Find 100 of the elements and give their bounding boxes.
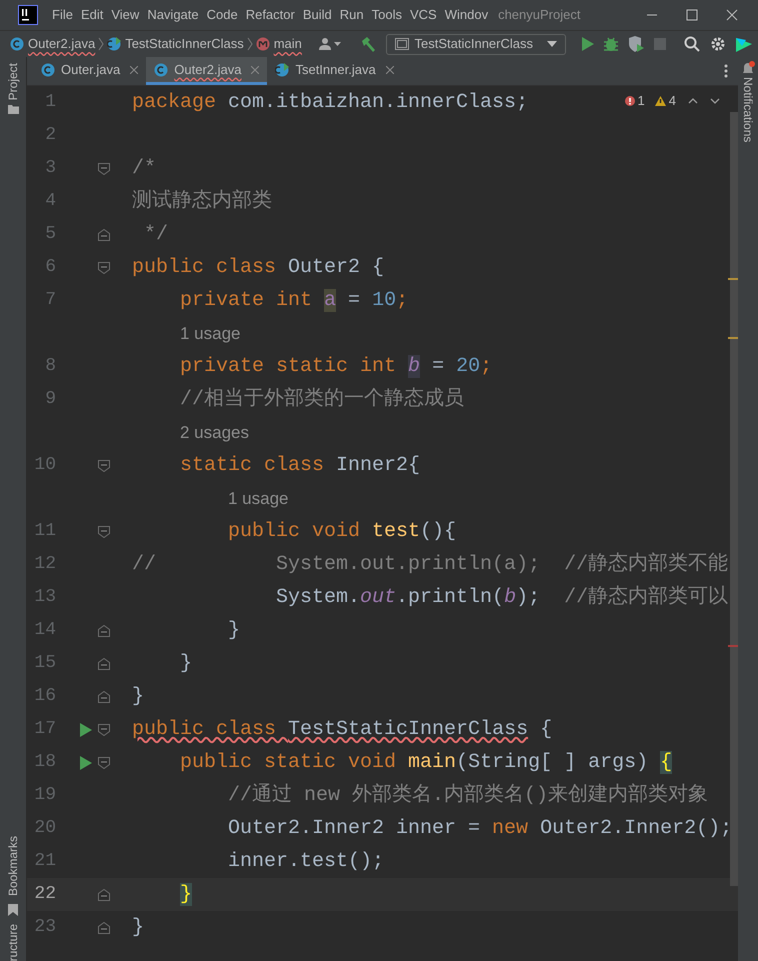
search-icon[interactable]: [684, 36, 700, 52]
code-line: inner.test();: [228, 848, 384, 874]
fold-icon[interactable]: [98, 162, 110, 174]
tool-window-tab[interactable]: ructure: [4, 924, 22, 961]
usage-hint[interactable]: 1 usage: [228, 488, 288, 508]
code-line: // System.out.println(a); //静态内部类不能: [132, 551, 728, 578]
code-line: public class Outer2 {: [132, 254, 384, 280]
line-number: 9: [44, 388, 56, 411]
code-line: Outer2.Inner2 inner = new Outer2.Inner2();: [228, 816, 732, 842]
breadcrumb[interactable]: TestStaticInnerClass: [107, 34, 244, 54]
folder-icon: [8, 104, 18, 114]
user-caret-icon[interactable]: [318, 37, 342, 51]
line-number: 22: [33, 883, 56, 906]
run-config-dropdown[interactable]: TestStaticInnerClass: [386, 34, 566, 54]
code-line: static class Inner2{: [180, 452, 420, 478]
tool-window-tab[interactable]: Notifications: [739, 77, 757, 142]
menu-item[interactable]: VCS: [406, 5, 441, 25]
fold-icon[interactable]: [98, 526, 110, 538]
close-icon[interactable]: [726, 9, 738, 21]
fold-icon[interactable]: [98, 262, 110, 274]
usage-hint[interactable]: 1 usage: [180, 324, 240, 342]
line-number: 3: [44, 157, 56, 180]
menu-item[interactable]: File: [48, 5, 77, 25]
menu-item[interactable]: Refactor: [242, 5, 299, 25]
menu-item[interactable]: View: [107, 5, 144, 25]
bug-icon[interactable]: [604, 36, 618, 52]
line-number: 14: [33, 619, 56, 642]
up-chevron-icon[interactable]: [688, 98, 698, 104]
file-tab[interactable]: TsetInner.java: [267, 57, 402, 85]
code-line: private static int b = 20;: [180, 354, 492, 380]
bell-alert-icon[interactable]: [741, 61, 755, 75]
file-tab[interactable]: Outer2.java: [146, 57, 268, 85]
fold-icon[interactable]: [98, 888, 110, 900]
class-run-icon: [275, 62, 290, 76]
method-icon: [256, 37, 270, 51]
run-icon[interactable]: [80, 722, 92, 736]
line-number: 15: [33, 652, 56, 675]
close-icon[interactable]: [386, 66, 394, 74]
settings-icon[interactable]: [710, 36, 726, 52]
app-logo-icon[interactable]: [18, 5, 38, 25]
menu-item[interactable]: Tools: [368, 5, 406, 25]
menu-item[interactable]: Edit: [76, 5, 108, 25]
run-icon[interactable]: [582, 37, 594, 51]
line-number: 11: [33, 520, 56, 543]
hammer-icon[interactable]: [360, 36, 376, 52]
code-line: 测试静态内部类: [132, 188, 272, 214]
menu-item[interactable]: Navigate: [143, 5, 203, 25]
code-line: package com.itbaizhan.innerClass;: [132, 90, 528, 116]
warning-count[interactable]: 4: [654, 91, 676, 110]
fold-icon[interactable]: [98, 460, 110, 472]
fold-icon[interactable]: [98, 658, 110, 670]
line-number: 4: [44, 190, 56, 213]
line-number: 12: [33, 553, 56, 576]
line-number: 5: [44, 223, 56, 246]
error-count[interactable]: 1: [624, 91, 645, 110]
fold-icon[interactable]: [98, 228, 110, 240]
bookmark-icon: [8, 904, 18, 916]
more-icon[interactable]: [724, 64, 728, 78]
code-line: //相当于外部类的一个静态成员: [180, 386, 464, 412]
class-icon: [41, 62, 55, 76]
class-run-icon: [107, 37, 122, 51]
down-chevron-icon[interactable]: [710, 98, 720, 104]
maximize-icon[interactable]: [686, 9, 698, 21]
code-line: private int a = 10;: [180, 288, 408, 314]
breadcrumb[interactable]: Outer2.java: [10, 34, 96, 54]
shield-run-icon[interactable]: [628, 36, 644, 52]
toolbox-logo-icon[interactable]: [736, 36, 752, 52]
menu-item[interactable]: Code: [202, 5, 242, 25]
fold-icon[interactable]: [98, 624, 110, 636]
line-number: 6: [44, 256, 56, 279]
line-number: 10: [33, 454, 56, 477]
scrollbar[interactable]: [730, 112, 738, 886]
file-tab[interactable]: Outer.java: [33, 57, 146, 85]
line-number: 8: [44, 355, 56, 378]
code-line: }: [132, 684, 144, 710]
code-line: System.out.println(b); //静态内部类可以: [276, 584, 728, 610]
code-line: }: [132, 914, 144, 940]
fold-icon[interactable]: [98, 690, 110, 702]
code-line: }: [228, 618, 240, 644]
warning-icon: [654, 96, 666, 106]
menu-item[interactable]: Windov: [440, 5, 492, 25]
code-line: */: [144, 222, 168, 248]
usage-hint[interactable]: 2 usages: [180, 422, 249, 442]
fold-icon[interactable]: [98, 756, 110, 768]
tool-window-tab[interactable]: Project: [4, 63, 22, 100]
line-number: 23: [33, 916, 56, 939]
code-line: //通过 new 外部类名.内部类名()来创建内部类对象: [228, 782, 708, 808]
breadcrumb[interactable]: main: [256, 34, 302, 54]
fold-icon[interactable]: [98, 922, 110, 934]
caret-icon: [547, 41, 557, 47]
run-icon[interactable]: [80, 756, 92, 770]
fold-icon[interactable]: [98, 724, 110, 736]
line-number: 13: [33, 586, 56, 609]
tool-window-tab[interactable]: Bookmarks: [4, 836, 22, 896]
menu-item[interactable]: Run: [336, 5, 368, 25]
close-icon[interactable]: [130, 66, 138, 74]
class-icon: [10, 37, 24, 51]
menu-item[interactable]: Build: [298, 5, 336, 25]
line-number: 18: [33, 751, 56, 774]
line-number: 20: [33, 817, 56, 840]
